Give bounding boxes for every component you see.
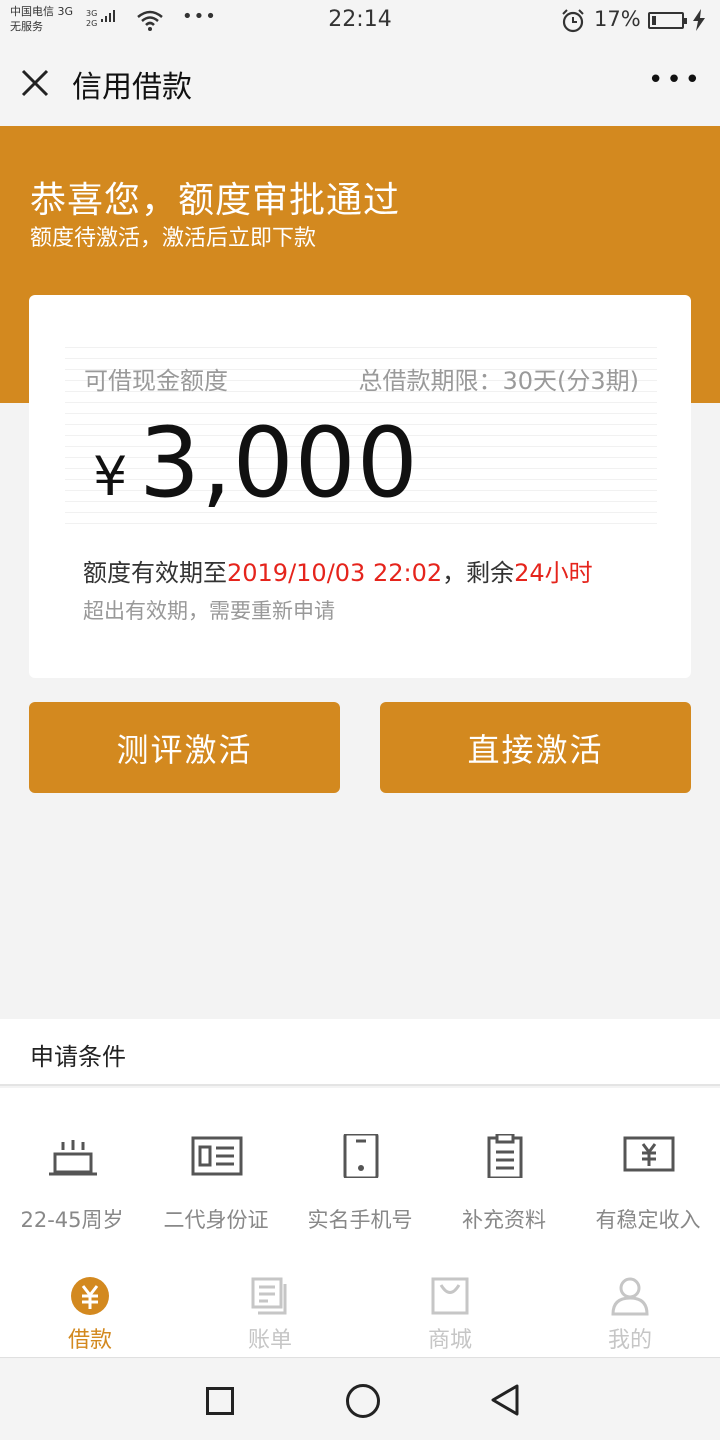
evaluate-activate-button[interactable]: 测评激活 <box>29 702 340 793</box>
condition-phone: 实名手机号 <box>288 1088 432 1258</box>
id-card-icon <box>191 1136 243 1176</box>
validity-remaining: 24小时 <box>514 559 593 587</box>
shop-icon <box>431 1277 469 1315</box>
currency-symbol: ¥ <box>93 445 128 508</box>
system-nav-bar <box>0 1359 720 1440</box>
tab-label: 账单 <box>247 1328 292 1353</box>
tab-label: 我的 <box>607 1328 652 1353</box>
validity-prefix: 额度有效期至 <box>83 559 227 587</box>
close-icon[interactable] <box>20 68 50 98</box>
bottom-tab-bar: 借款 账单 商城 我的 <box>0 1258 720 1358</box>
loan-icon <box>71 1277 109 1315</box>
condition-label: 22-45周岁 <box>20 1208 124 1232</box>
conditions-title: 申请条件 <box>30 1043 126 1071</box>
tab-profile[interactable]: 我的 <box>540 1258 720 1358</box>
validity-mid: ，剩余 <box>442 559 515 587</box>
conditions-list: 22-45周岁 二代身份证 实名手机号 补充资料 有稳定收入 <box>0 1088 720 1258</box>
condition-id-card: 二代身份证 <box>144 1088 288 1258</box>
direct-activate-button[interactable]: 直接激活 <box>380 702 691 793</box>
credit-amount: 3,000 <box>139 407 419 519</box>
clipboard-icon <box>487 1134 523 1178</box>
status-bar: 中国电信 3G 无服务 3G 2G ••• 22:14 17% <box>0 0 720 40</box>
income-icon <box>623 1136 675 1172</box>
condition-label: 二代身份证 <box>163 1208 269 1232</box>
expire-note: 超出有效期，需要重新申请 <box>83 599 335 623</box>
validity-date: 2019/10/03 22:02 <box>227 559 443 587</box>
alarm-icon <box>562 9 584 33</box>
banner-title: 恭喜您，额度审批通过 <box>30 180 401 221</box>
more-menu-button[interactable]: ••• <box>648 67 703 93</box>
condition-label: 补充资料 <box>462 1208 546 1232</box>
term-label: 总借款期限：30天(分3期) <box>358 367 639 395</box>
condition-materials: 补充资料 <box>432 1088 576 1258</box>
battery-icon <box>648 12 687 29</box>
tab-loan[interactable]: 借款 <box>0 1258 180 1358</box>
condition-age: 22-45周岁 <box>0 1088 144 1258</box>
recents-button[interactable] <box>206 1387 234 1415</box>
back-icon[interactable] <box>490 1383 520 1417</box>
conditions-header: 申请条件 <box>0 1019 720 1086</box>
condition-label: 有稳定收入 <box>595 1208 701 1232</box>
page-title: 信用借款 <box>72 70 192 105</box>
validity-text: 额度有效期至2019/10/03 22:02，剩余24小时 <box>83 553 593 588</box>
condition-label: 实名手机号 <box>307 1208 413 1232</box>
charging-icon <box>693 9 705 31</box>
banner-subtitle: 额度待激活，激活后立即下款 <box>30 226 317 251</box>
cake-icon <box>49 1140 97 1176</box>
quota-card: 可借现金额度 总借款期限：30天(分3期) ¥ 3,000 额度有效期至2019… <box>29 295 691 678</box>
tab-label: 借款 <box>67 1328 112 1353</box>
tab-label: 商城 <box>427 1328 472 1353</box>
condition-income: 有稳定收入 <box>576 1088 720 1258</box>
phone-icon <box>343 1134 379 1178</box>
app-header: 信用借款 ••• <box>0 40 720 126</box>
home-button[interactable] <box>346 1384 380 1418</box>
tab-shop[interactable]: 商城 <box>360 1258 540 1358</box>
bill-icon <box>251 1277 287 1315</box>
amount-label: 可借现金额度 <box>84 367 228 395</box>
profile-icon <box>611 1277 649 1316</box>
tab-bill[interactable]: 账单 <box>180 1258 360 1358</box>
battery-percent: 17% <box>594 7 641 31</box>
